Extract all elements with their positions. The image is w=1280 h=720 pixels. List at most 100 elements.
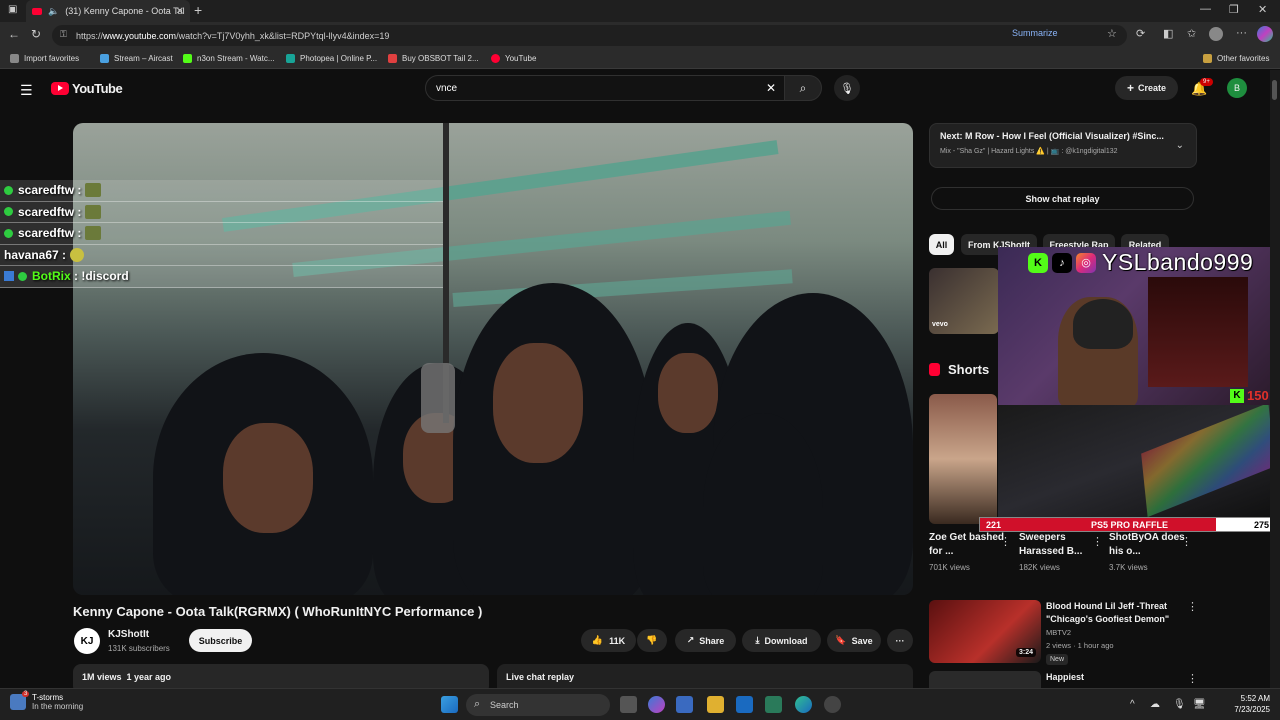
maximize-button[interactable]: ❐ (1229, 3, 1239, 16)
task-view-icon[interactable] (620, 696, 637, 713)
new-tab-button[interactable]: + (194, 2, 202, 18)
scrollbar-thumb[interactable] (1272, 80, 1277, 100)
streamer-socials: K ♪ ◎ YSLbando999 (1028, 249, 1253, 276)
copilot-taskbar-icon[interactable] (648, 696, 665, 713)
up-next-card[interactable]: Next: M Row - How I Feel (Official Visua… (929, 123, 1197, 168)
minimize-button[interactable]: — (1200, 3, 1211, 15)
create-button[interactable]: + Create (1115, 76, 1178, 100)
chat-separator: : (74, 204, 82, 219)
channel-avatar[interactable]: KJ (74, 628, 100, 654)
youtube-logo[interactable]: YouTube (51, 81, 123, 96)
speaker-icon[interactable]: 🔈 (48, 6, 59, 17)
more-icon: ··· (895, 635, 905, 646)
favorites-icon[interactable]: ✩ (1187, 27, 1196, 40)
profile-icon[interactable] (1209, 27, 1223, 41)
favorite-star-icon[interactable]: ☆ (1107, 27, 1117, 40)
cloud-icon[interactable]: ☁ (1150, 699, 1160, 710)
tray-chevron-icon[interactable]: ^ (1130, 699, 1135, 710)
weather-widget[interactable]: T-storms In the morning 3 (10, 691, 83, 711)
search-button[interactable]: ⌕ (784, 75, 822, 101)
edge-icon[interactable] (795, 696, 812, 713)
voice-search-button[interactable]: 🎙 (834, 75, 860, 101)
more-vert-icon[interactable]: ⋮ (1092, 535, 1103, 548)
subscriber-count: 131K subscribers (108, 644, 170, 653)
account-avatar[interactable]: B (1227, 78, 1247, 98)
chat-separator: : (74, 183, 82, 198)
back-icon[interactable]: ← (8, 27, 20, 41)
like-button[interactable]: 👍 11K (581, 629, 636, 652)
obsbot-icon (388, 54, 397, 63)
short-thumbnail[interactable] (929, 394, 997, 524)
subscribe-button[interactable]: Subscribe (189, 629, 252, 652)
short-views: 3.7K views (1109, 563, 1148, 572)
more-vert-icon[interactable]: ⋮ (1181, 535, 1192, 548)
summarize-button[interactable]: Summarize (1012, 28, 1058, 38)
taskbar-search[interactable]: ⌕ Search (466, 694, 610, 716)
chat-username: scaredftw (18, 204, 75, 219)
close-tab-icon[interactable]: ✕ (176, 6, 184, 17)
split-screen-icon[interactable]: ◧ (1163, 27, 1173, 40)
chip-all[interactable]: All (929, 234, 954, 255)
browser-menu-icon[interactable]: ··· (1236, 27, 1247, 39)
url-input[interactable]: ⚿ https://www.youtube.com/watch?v=Tj7V0y… (52, 25, 1127, 46)
mic-tray-icon[interactable]: 🎙 (1173, 699, 1186, 710)
bookmark-obsbot[interactable]: Buy OBSBOT Tail 2... (388, 54, 479, 63)
weather-title: T-storms (32, 693, 64, 702)
plus-icon: + (1126, 81, 1134, 95)
recommended-title[interactable]: Happiest (1046, 672, 1084, 682)
webcam-background-poster (1148, 277, 1248, 387)
show-chat-replay-button[interactable]: Show chat replay (931, 187, 1194, 210)
bookmark-photopea[interactable]: Photopea | Online P... (286, 54, 377, 63)
recommended-title[interactable]: Blood Hound Lil Jeff -Threat "Chicago's … (1046, 600, 1184, 626)
bookmark-aircast[interactable]: Stream – Aircast (100, 54, 173, 63)
channel-name[interactable]: KJShotIt (108, 629, 149, 640)
search-value: vnce (436, 83, 458, 94)
instagram-icon: ◎ (1076, 252, 1096, 273)
dislike-button[interactable]: 👎 (637, 629, 667, 652)
url-host: www.youtube.com (103, 30, 177, 41)
file-explorer-icon[interactable] (707, 696, 724, 713)
store-icon[interactable] (676, 696, 693, 713)
other-favorites[interactable]: Other favorites (1203, 54, 1269, 63)
kick-count-value: 150 (1247, 388, 1269, 403)
short-title[interactable]: ShotByOA does his o... (1109, 531, 1187, 559)
search-icon: ⌕ (474, 698, 481, 710)
extensions-icon[interactable]: ⟳ (1136, 27, 1145, 40)
bookmark-youtube[interactable]: YouTube (491, 54, 536, 63)
more-vert-icon[interactable]: ⋮ (1187, 600, 1198, 613)
site-info-icon[interactable]: ⚿ (60, 29, 67, 40)
copilot-icon[interactable] (1257, 26, 1273, 42)
short-title[interactable]: Zoe Get bashed for ... (929, 531, 1007, 559)
raffle-progress-bar: 221 PS5 PRO RAFFLE 275 (979, 517, 1276, 532)
short-title[interactable]: Sweepers Harassed B... (1019, 531, 1097, 559)
download-button[interactable]: ⤓ Download (742, 629, 821, 652)
tab-actions-icon[interactable]: ▣ (8, 4, 17, 15)
menu-hamburger-icon[interactable]: ☰ (20, 82, 33, 99)
bookmark-n3on[interactable]: n3on Stream - Watc... (183, 54, 275, 63)
chevron-down-icon[interactable]: ⌄ (1176, 140, 1184, 151)
browser-tab-active[interactable]: 🔈 (31) Kenny Capone - Oota Tal ✕ (26, 0, 190, 22)
video-frame-figure (703, 413, 823, 595)
page-scrollbar[interactable] (1270, 70, 1280, 688)
address-bar-row: ← ↻ ⚿ https://www.youtube.com/watch?v=Tj… (0, 22, 1280, 49)
system-clock[interactable]: 5:52 AM 7/23/2025 (1214, 693, 1270, 715)
video-title: Kenny Capone - Oota Talk(RGRMX) ( WhoRun… (73, 604, 483, 619)
refresh-icon[interactable]: ↻ (31, 27, 41, 41)
search-input[interactable]: vnce ✕ (425, 75, 785, 101)
chatgpt-icon[interactable] (824, 696, 841, 713)
clear-search-icon[interactable]: ✕ (766, 81, 776, 95)
clock-time: 5:52 AM (1240, 694, 1270, 703)
windows-start-icon[interactable] (441, 696, 458, 713)
save-button[interactable]: 🔖 Save (827, 629, 881, 652)
network-icon[interactable]: 🖥 (1193, 699, 1206, 710)
more-vert-icon[interactable]: ⋮ (1000, 535, 1011, 548)
more-vert-icon[interactable]: ⋮ (1187, 672, 1198, 685)
share-button[interactable]: ↗ Share (675, 629, 736, 652)
chat-username: BotRix (32, 269, 71, 284)
close-window-button[interactable]: ✕ (1258, 3, 1267, 16)
recommended-channel[interactable]: MBTV2 (1046, 628, 1071, 637)
more-actions-button[interactable]: ··· (887, 629, 913, 652)
excel-icon[interactable] (765, 696, 782, 713)
outlook-icon[interactable] (736, 696, 753, 713)
bookmark-import-favorites[interactable]: Import favorites (10, 54, 79, 63)
